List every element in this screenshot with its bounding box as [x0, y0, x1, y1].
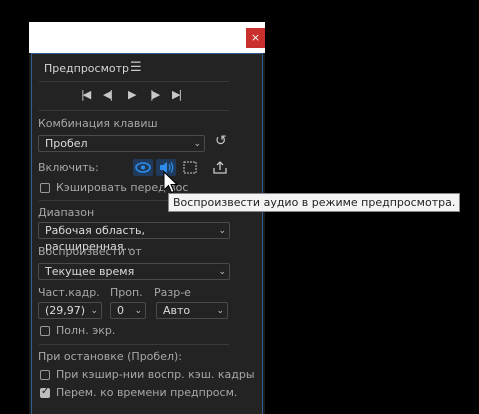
resolution-label: Разр-е	[154, 286, 191, 299]
cached-frames-label: При кэшир-нии воспр. кэш. кадры	[56, 368, 255, 381]
resolution-value: Авто	[163, 304, 191, 317]
resolution-select[interactable]: Авто ⌄	[156, 302, 228, 319]
fullscreen-label: Полн. экр.	[56, 324, 116, 337]
cache-checkbox[interactable]	[40, 183, 50, 193]
skip-label: Проп.	[110, 286, 143, 299]
divider	[39, 81, 229, 82]
step-back-icon[interactable]: ◀|	[103, 88, 113, 101]
video-toggle[interactable]	[133, 159, 153, 176]
play-from-label: Воспроизвести от	[38, 245, 142, 258]
chevron-down-icon: ⌄	[193, 139, 201, 149]
cached-frames-checkbox[interactable]	[40, 370, 50, 380]
audio-tooltip: Воспроизвести аудио в режиме предпросмот…	[168, 193, 461, 212]
chevron-down-icon: ⌄	[218, 226, 226, 236]
bounding-box-icon	[183, 161, 197, 174]
chevron-down-icon: ⌄	[216, 306, 224, 316]
eye-icon	[135, 162, 151, 173]
panel-title: Предпросмотр	[44, 62, 129, 75]
window-titlebar	[29, 22, 265, 53]
overlay-toggle[interactable]	[180, 159, 200, 176]
shortcut-select[interactable]: Пробел ⌄	[38, 135, 205, 152]
play-icon[interactable]: ▶	[128, 88, 137, 101]
divider	[39, 110, 229, 111]
shortcut-value: Пробел	[45, 137, 88, 150]
on-stop-label: При остановке (Пробел):	[38, 350, 182, 363]
move-time-checkbox[interactable]	[40, 386, 50, 398]
play-from-select[interactable]: Текущее время ⌄	[38, 263, 230, 280]
play-from-value: Текущее время	[45, 265, 135, 278]
go-to-start-icon[interactable]: |◀	[81, 88, 91, 101]
undo-icon[interactable]: ↺	[215, 133, 227, 149]
fullscreen-checkbox[interactable]	[40, 326, 50, 336]
frame-rate-value: (29,97)	[45, 304, 86, 317]
skip-value: 0	[117, 304, 124, 317]
range-select[interactable]: Рабочая область, расширенная... ⌄	[38, 222, 230, 253]
preview-panel: Предпросмотр ☰ |◀ ◀| ▶ |▶ ▶| Комбинация …	[29, 53, 265, 414]
export-toggle[interactable]	[210, 159, 230, 176]
divider	[39, 344, 229, 345]
move-time-label: Перем. ко времени предпросм.	[56, 386, 238, 399]
chevron-down-icon: ⌄	[90, 306, 98, 316]
panel-menu-icon[interactable]: ☰	[130, 60, 142, 75]
shortcut-label: Комбинация клавиш	[38, 117, 158, 130]
frame-rate-label: Част.кадр.	[38, 286, 100, 299]
frame-rate-select[interactable]: (29,97) ⌄	[38, 302, 102, 319]
go-to-end-icon[interactable]: ▶|	[172, 88, 182, 101]
range-label: Диапазон	[38, 206, 95, 219]
mouse-cursor-icon	[163, 171, 179, 194]
step-forward-icon[interactable]: |▶	[150, 88, 160, 101]
export-icon	[213, 161, 227, 174]
close-button[interactable]: ×	[246, 28, 265, 48]
chevron-down-icon: ⌄	[218, 267, 226, 277]
include-label: Включить:	[38, 161, 99, 174]
skip-select[interactable]: 0 ⌄	[110, 302, 146, 319]
chevron-down-icon: ⌄	[134, 306, 142, 316]
